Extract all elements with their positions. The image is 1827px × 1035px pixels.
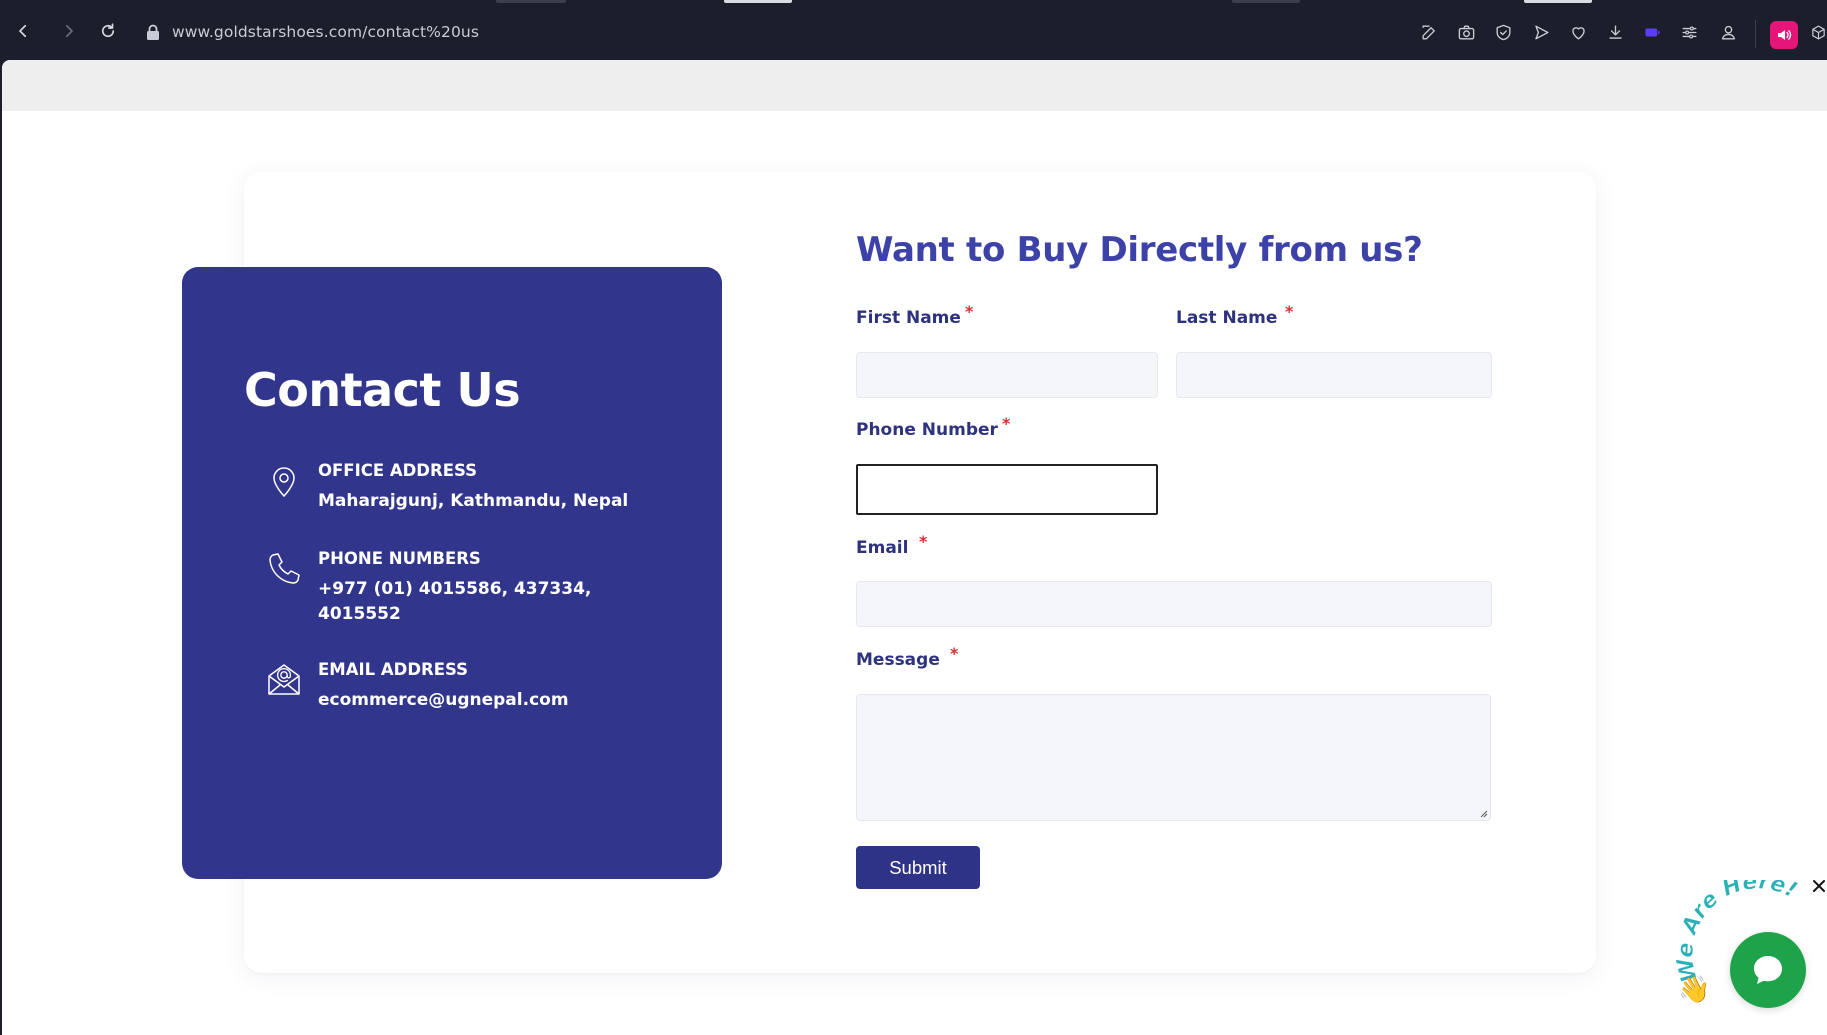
email-input[interactable] [856, 581, 1492, 627]
phone-number-input[interactable] [856, 464, 1158, 515]
email-required-mark: * [919, 532, 928, 551]
waving-hand-icon: 👋 [1678, 975, 1710, 1005]
header-band [2, 60, 1827, 111]
cube-extension-button[interactable] [1810, 21, 1827, 43]
contact-info-panel: Contact Us OFFICE ADDRESS Maharajgunj, K… [182, 267, 722, 879]
last-name-label: Last Name [1176, 308, 1278, 328]
email-address-label: EMAIL ADDRESS [318, 660, 469, 679]
extension-button[interactable] [1641, 21, 1663, 43]
edit-page-button[interactable] [1418, 21, 1440, 43]
message-required-mark: * [950, 644, 959, 663]
phone-number-required-mark: * [1002, 414, 1011, 433]
phone-numbers-value: +977 (01) 4015586, 437334, 4015552 [318, 579, 592, 624]
tab-indicator[interactable] [1232, 0, 1300, 3]
camera-icon [1458, 24, 1474, 40]
first-name-required-mark: * [965, 302, 974, 321]
tab-indicator[interactable] [1524, 0, 1592, 3]
last-name-input[interactable] [1176, 352, 1492, 398]
user-icon [1721, 25, 1735, 40]
url-text[interactable]: www.goldstarshoes.com/contact%20us [172, 23, 479, 41]
speaker-icon [1778, 30, 1792, 40]
forward-button[interactable] [57, 19, 81, 43]
message-label: Message [856, 650, 940, 670]
send-icon [1534, 24, 1549, 40]
back-button[interactable] [11, 19, 35, 43]
screenshot-button[interactable] [1455, 21, 1477, 43]
form-title: Want to Buy Directly from us? [856, 230, 1423, 270]
back-arrow-icon [19, 24, 27, 38]
email-address-value: ecommerce@ugnepal.com [318, 690, 569, 710]
edit-icon [1421, 24, 1435, 40]
reload-button[interactable] [96, 19, 120, 43]
office-address-value: Maharajgunj, Kathmandu, Nepal [318, 491, 629, 511]
phone-numbers-label: PHONE NUMBERS [318, 549, 481, 568]
address-bar[interactable]: www.goldstarshoes.com/contact%20us [146, 14, 479, 50]
heart-icon [1571, 26, 1585, 40]
chat-bubble-icon [1754, 956, 1782, 984]
submit-button[interactable]: Submit [856, 846, 980, 889]
message-textarea[interactable] [856, 694, 1491, 821]
download-icon [1608, 24, 1622, 39]
reload-icon [101, 23, 115, 38]
office-address-label: OFFICE ADDRESS [318, 461, 477, 480]
last-name-required-mark: * [1285, 302, 1294, 321]
adblock-button[interactable] [1492, 21, 1514, 43]
browser-toolbar: www.goldstarshoes.com/contact%20us [0, 6, 1827, 58]
battery-icon [1644, 28, 1660, 36]
tab-indicator[interactable] [496, 0, 566, 3]
location-pin-icon [266, 463, 302, 499]
phone-icon [266, 551, 302, 587]
lock-icon [146, 24, 160, 40]
page-viewport: Contact Us OFFICE ADDRESS Maharajgunj, K… [2, 60, 1827, 1035]
tab-indicator-active[interactable] [724, 0, 792, 3]
easy-setup-button[interactable] [1678, 21, 1700, 43]
downloads-button[interactable] [1604, 21, 1626, 43]
resize-grip-icon[interactable] [1479, 809, 1488, 818]
shield-icon [1495, 24, 1511, 40]
cube-icon [1812, 25, 1825, 39]
sliders-icon [1681, 26, 1697, 38]
phone-number-label: Phone Number [856, 420, 998, 440]
first-name-input[interactable] [856, 352, 1158, 398]
email-envelope-icon [266, 662, 302, 698]
first-name-label: First Name [856, 308, 961, 328]
favorites-button[interactable] [1567, 21, 1589, 43]
contact-title: Contact Us [244, 363, 521, 417]
email-label: Email [856, 538, 909, 558]
profile-button[interactable] [1717, 21, 1739, 43]
chat-launcher-button[interactable] [1730, 932, 1806, 1008]
sound-extension-button[interactable] [1770, 21, 1798, 49]
forward-arrow-icon [65, 24, 73, 38]
flow-button[interactable] [1530, 21, 1552, 43]
toolbar-divider [1755, 20, 1756, 48]
